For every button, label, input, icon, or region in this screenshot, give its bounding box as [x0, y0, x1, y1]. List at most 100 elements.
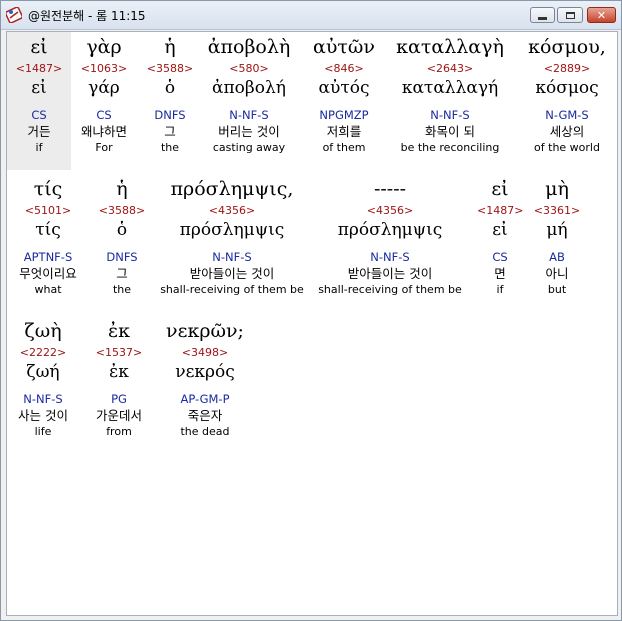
greek-word: μὴ: [545, 178, 569, 200]
korean-gloss: 거든: [27, 124, 51, 139]
close-button[interactable]: ✕: [587, 7, 616, 23]
minimize-button[interactable]: [530, 7, 555, 23]
english-gloss: the dead: [180, 425, 230, 438]
korean-gloss: 받아들이는 것이: [189, 266, 275, 281]
strongs-number[interactable]: <2889>: [517, 62, 617, 76]
english-gloss: For: [95, 141, 113, 154]
parsing-code: CS: [31, 108, 47, 122]
greek-word: ἡ: [164, 36, 176, 58]
english-gloss: if: [35, 141, 43, 154]
greek-word: νεκρῶν;: [166, 320, 244, 342]
word-column[interactable]: μὴ <3361> μή AB 아니 but: [529, 178, 585, 297]
english-gloss: the: [160, 141, 180, 154]
close-icon: ✕: [596, 8, 607, 22]
greek-word: ἐκ: [107, 320, 131, 342]
maximize-icon: [565, 11, 575, 19]
english-gloss: from: [106, 425, 132, 438]
app-icon: [6, 7, 22, 23]
parsing-code: PG: [111, 392, 127, 406]
lexical-form: μή: [546, 220, 568, 240]
korean-gloss: 무엇이리요: [19, 266, 77, 281]
parsing-code: N-NF-S: [23, 392, 63, 406]
strongs-number[interactable]: <2222>: [13, 346, 73, 360]
parsing-code: NPGMZP: [319, 108, 369, 122]
greek-word: εἰ: [491, 178, 509, 200]
window-title: @원전분해 - 롬 11:15: [28, 9, 146, 23]
word-column[interactable]: ἡ <3588> ὁ DNFS 그 the: [142, 36, 198, 155]
word-column[interactable]: εἰ <1487> εἰ CS 면 if: [477, 178, 523, 297]
lexical-form: νεκρός: [175, 362, 235, 382]
strongs-number[interactable]: <580>: [203, 62, 295, 76]
english-gloss: casting away: [212, 141, 286, 154]
greek-word: -----: [373, 178, 407, 200]
korean-gloss: 버리는 것이: [218, 124, 280, 139]
english-gloss: if: [496, 283, 504, 296]
greek-word: ἀποβολὴ: [207, 36, 291, 58]
english-gloss: shall-receiving of them be: [160, 283, 304, 296]
english-gloss: but: [547, 283, 567, 296]
strongs-number[interactable]: <1487>: [7, 62, 71, 76]
parsing-code: CS: [96, 108, 112, 122]
word-column[interactable]: ἡ <3588> ὁ DNFS 그 the: [93, 178, 151, 297]
word-column[interactable]: αὐτῶν <846> αὐτός NPGMZP 저희를 of them: [303, 36, 385, 155]
greek-word: τίς: [33, 178, 63, 200]
korean-gloss: 죽은자: [187, 408, 223, 423]
strongs-number[interactable]: <4356>: [315, 204, 465, 218]
strongs-number[interactable]: <3498>: [157, 346, 253, 360]
korean-gloss: 받아들이는 것이: [347, 266, 433, 281]
strongs-number[interactable]: <3361>: [529, 204, 585, 218]
strongs-number[interactable]: <3588>: [93, 204, 151, 218]
word-column[interactable]: τίς <5101> τίς APTNF-S 무엇이리요 what: [13, 178, 83, 297]
english-gloss: the: [112, 283, 132, 296]
strongs-number[interactable]: <1487>: [477, 204, 523, 218]
greek-word: εἰ: [30, 36, 48, 58]
parsing-code: N-NF-S: [370, 250, 410, 264]
parsing-code: N-GM-S: [545, 108, 589, 122]
lexical-form: γάρ: [88, 78, 120, 98]
korean-gloss: 세상의: [549, 124, 585, 139]
word-column[interactable]: εἰ <1487> εἰ CS 거든 if: [7, 36, 71, 155]
lexical-form: κόσμος: [535, 78, 599, 98]
word-column[interactable]: κόσμου, <2889> κόσμος N-GM-S 세상의 of the …: [517, 36, 617, 155]
greek-word: γὰρ: [86, 36, 122, 58]
strongs-number[interactable]: <1063>: [71, 62, 137, 76]
word-column[interactable]: ζωὴ <2222> ζωή N-NF-S 사는 것이 life: [13, 320, 73, 439]
korean-gloss: 아니: [545, 266, 569, 281]
parsing-code: DNFS: [154, 108, 186, 122]
strongs-number[interactable]: <5101>: [13, 204, 83, 218]
english-gloss: life: [34, 425, 52, 438]
greek-word: κόσμου,: [528, 36, 606, 58]
korean-gloss: 저희를: [326, 124, 362, 139]
english-gloss: of the world: [534, 141, 600, 154]
lexical-form: εἰ: [492, 220, 508, 240]
parsing-code: CS: [492, 250, 508, 264]
word-column[interactable]: πρόσλημψις, <4356> πρόσλημψις N-NF-S 받아들…: [157, 178, 307, 297]
title-bar[interactable]: @원전분해 - 롬 11:15 ✕: [1, 1, 621, 30]
parsing-code: DNFS: [106, 250, 138, 264]
lexical-form: ὁ: [164, 78, 176, 98]
english-gloss: shall-receiving of them be: [318, 283, 462, 296]
korean-gloss: 그: [116, 266, 128, 281]
word-column[interactable]: ἀποβολὴ <580> ἀποβολή N-NF-S 버리는 것이 cast…: [203, 36, 295, 155]
strongs-number[interactable]: <1537>: [87, 346, 151, 360]
lexical-form: πρόσλημψις: [337, 220, 443, 240]
app-window: @원전분해 - 롬 11:15 ✕ εἰ <1487> εἰ CS 거든 if …: [0, 0, 622, 621]
english-gloss: what: [34, 283, 62, 296]
strongs-number[interactable]: <846>: [303, 62, 385, 76]
word-column[interactable]: ἐκ <1537> ἐκ PG 가운데서 from: [87, 320, 151, 439]
korean-gloss: 가운데서: [95, 408, 142, 423]
greek-word: αὐτῶν: [313, 36, 375, 58]
word-column[interactable]: νεκρῶν; <3498> νεκρός AP-GM-P 죽은자 the de…: [157, 320, 253, 439]
strongs-number[interactable]: <2643>: [389, 62, 511, 76]
lexical-form: τίς: [35, 220, 61, 240]
word-column[interactable]: καταλλαγὴ <2643> καταλλαγή N-NF-S 화목이 되 …: [389, 36, 511, 155]
lexical-form: εἰ: [31, 78, 47, 98]
strongs-number[interactable]: <3588>: [142, 62, 198, 76]
parsing-code: N-NF-S: [212, 250, 252, 264]
korean-gloss: 그: [164, 124, 176, 139]
word-column[interactable]: γὰρ <1063> γάρ CS 왜냐하면 For: [71, 36, 137, 155]
word-column[interactable]: ----- <4356> πρόσλημψις N-NF-S 받아들이는 것이 …: [315, 178, 465, 297]
lexical-form: ὁ: [116, 220, 128, 240]
strongs-number[interactable]: <4356>: [157, 204, 307, 218]
maximize-button[interactable]: [557, 7, 583, 23]
